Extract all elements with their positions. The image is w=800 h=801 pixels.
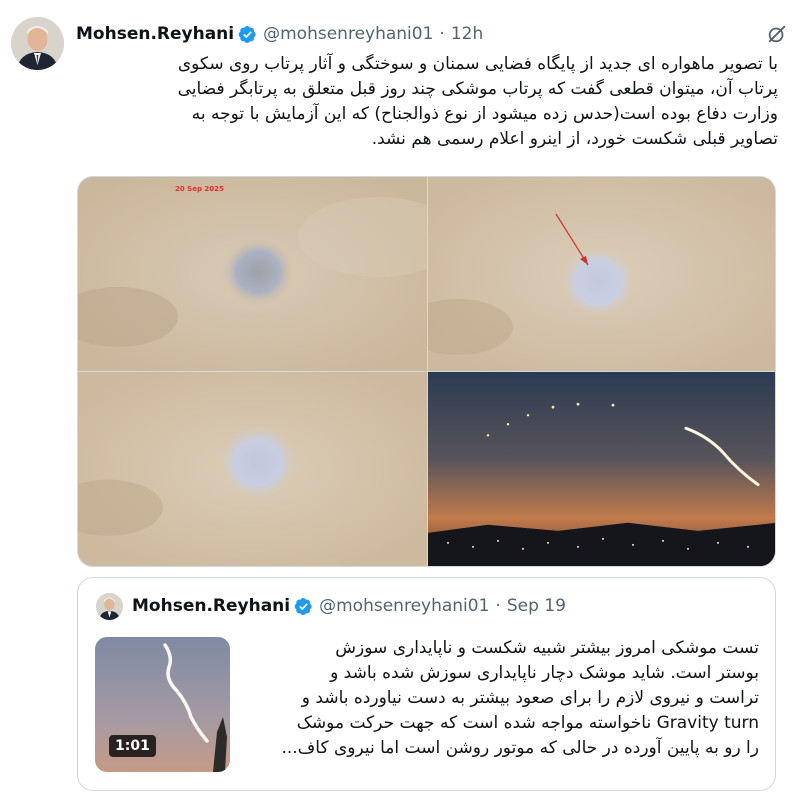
media-image-1[interactable]: 20 Sep 2025	[78, 177, 427, 371]
separator-dot: ·	[439, 24, 445, 44]
author-avatar[interactable]	[11, 17, 64, 70]
quoted-tweet-text: تست موشکی امروز بیشتر شبیه شکست و ناپاید…	[281, 638, 759, 758]
tweet-timestamp[interactable]: 12h	[451, 24, 483, 44]
image-date-label: 20 Sep 2025	[175, 185, 224, 193]
quoted-tweet-header: Mohsen.Reyhani @mohsenreyhani01 · Sep 19	[132, 596, 566, 616]
quoted-tweet-timestamp[interactable]: Sep 19	[507, 596, 566, 616]
tweet-header: Mohsen.Reyhani @mohsenreyhani01 · 12h	[76, 22, 788, 46]
tweet-text: با تصویر ماهواره ای جدید از پایگاه فضایی…	[177, 54, 778, 149]
grok-icon[interactable]	[766, 23, 788, 45]
quoted-video-thumbnail[interactable]: 1:01	[95, 637, 230, 772]
quoted-author-display-name[interactable]: Mohsen.Reyhani	[132, 596, 290, 616]
verified-badge-icon	[238, 25, 257, 44]
verified-badge-icon	[294, 597, 313, 616]
media-image-3[interactable]	[78, 372, 427, 566]
author-handle[interactable]: @mohsenreyhani01	[263, 24, 433, 44]
separator-dot: ·	[495, 596, 501, 616]
quoted-author-avatar[interactable]	[96, 593, 123, 620]
media-image-2[interactable]	[428, 177, 775, 371]
media-image-4[interactable]	[428, 372, 775, 566]
author-display-name[interactable]: Mohsen.Reyhani	[76, 24, 234, 44]
quoted-author-handle[interactable]: @mohsenreyhani01	[319, 596, 489, 616]
media-grid: 20 Sep 2025	[77, 176, 776, 567]
video-duration-badge: 1:01	[109, 735, 156, 757]
quoted-tweet[interactable]: Mohsen.Reyhani @mohsenreyhani01 · Sep 19…	[77, 577, 776, 791]
